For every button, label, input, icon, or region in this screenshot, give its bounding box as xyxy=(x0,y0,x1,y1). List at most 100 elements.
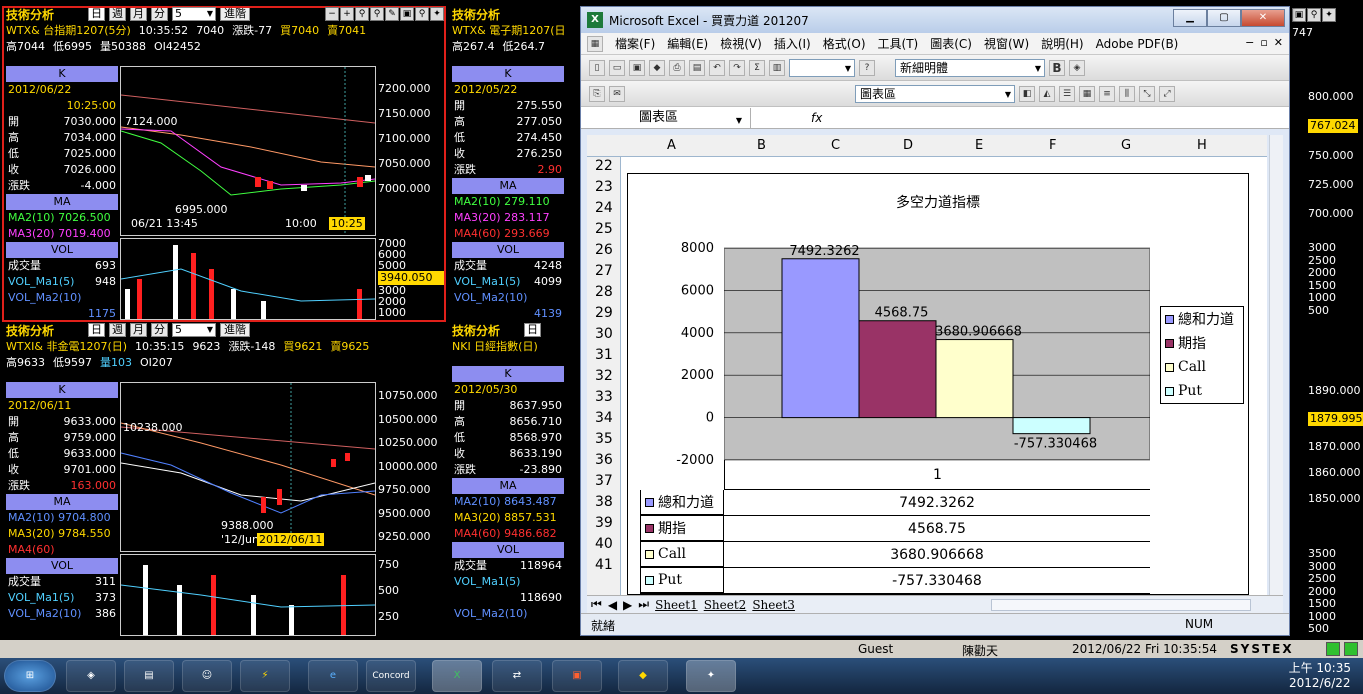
format-chart-area-icon[interactable]: ◧ xyxy=(1019,85,1035,102)
menu-insert[interactable]: 插入(I) xyxy=(774,35,811,52)
vertical-scrollbar[interactable] xyxy=(1269,135,1283,595)
day-button[interactable]: 日 xyxy=(88,7,106,21)
row-header[interactable]: 40 xyxy=(595,536,613,552)
bar[interactable] xyxy=(781,258,860,419)
fill-color-icon[interactable]: ◈ xyxy=(1069,59,1085,76)
day-button[interactable]: 日 xyxy=(524,323,542,337)
month-button[interactable]: 月 xyxy=(130,323,148,337)
chart-type-icon[interactable]: ◭ xyxy=(1039,85,1055,102)
minimize-button[interactable]: ▁ xyxy=(1173,9,1207,27)
menu-view[interactable]: 檢視(V) xyxy=(720,35,762,52)
excel-window[interactable]: X Microsoft Excel - 買賣力道 201207 ▁ ▢ ✕ ▦ … xyxy=(580,6,1290,636)
paste-icon[interactable]: ▤ xyxy=(689,59,705,76)
angle-text-up-icon[interactable]: ⤢ xyxy=(1159,85,1175,102)
help-icon[interactable]: ? xyxy=(859,59,875,76)
system-clock[interactable]: 上午 10:35 2012/6/22 xyxy=(1289,661,1351,691)
column-header[interactable]: G xyxy=(1121,138,1131,153)
draw-icon[interactable]: ✎ xyxy=(385,7,399,21)
period-select[interactable]: 5 xyxy=(172,323,217,337)
column-header[interactable]: E xyxy=(975,138,983,153)
zoom-out-icon[interactable]: − xyxy=(325,7,339,21)
panel-electronics[interactable]: 技術分析 WTX& 電子期1207(日 高267.4 低264.7 K 2012/… xyxy=(448,6,580,322)
period-select[interactable]: 5 xyxy=(172,7,217,21)
magnify-minus-icon[interactable]: ⚲ xyxy=(355,7,369,21)
row-header[interactable]: 22 xyxy=(595,158,613,174)
menu-format[interactable]: 格式(O) xyxy=(823,35,866,52)
row-header[interactable]: 38 xyxy=(595,494,613,510)
taskbar-concord-icon[interactable]: Concord xyxy=(366,660,416,692)
font-combo[interactable]: 新細明體 xyxy=(895,58,1045,77)
bar[interactable] xyxy=(1012,417,1091,435)
bold-button[interactable]: B xyxy=(1049,59,1065,76)
menu-edit[interactable]: 編輯(E) xyxy=(667,35,708,52)
week-button[interactable]: 週 xyxy=(109,323,127,337)
row-header[interactable]: 30 xyxy=(595,326,613,342)
legend-icon[interactable]: ☰ xyxy=(1059,85,1075,102)
settings-icon[interactable]: ✦ xyxy=(1322,8,1336,22)
tab-sheet2[interactable]: Sheet2 xyxy=(704,598,747,612)
taskbar-trading-icon[interactable]: ✦ xyxy=(686,660,736,692)
fx-icon[interactable]: fx xyxy=(811,111,822,125)
tab-sheet1[interactable]: Sheet1 xyxy=(655,598,698,612)
price-chart[interactable]: 10238.000 9388.000 '12/Jun 2012/06/11 xyxy=(120,382,376,552)
zoom-combo[interactable] xyxy=(789,58,855,77)
panel-right-bottom[interactable]: 1890.000 1879.995 1870.000 1860.000 1850… xyxy=(1290,322,1363,638)
menu-chart[interactable]: 圖表(C) xyxy=(930,35,972,52)
taskbar-people-icon[interactable]: ☺ xyxy=(182,660,232,692)
menu-help[interactable]: 說明(H) xyxy=(1041,35,1083,52)
row-header[interactable]: 27 xyxy=(595,263,613,279)
new-icon[interactable]: ▯ xyxy=(589,59,605,76)
excel-titlebar[interactable]: X Microsoft Excel - 買賣力道 201207 ▁ ▢ ✕ xyxy=(581,7,1289,33)
row-header[interactable]: 23 xyxy=(595,179,613,195)
price-chart[interactable]: 7124.000 6995.000 06/21 13:45 10:00 10:2… xyxy=(120,66,376,236)
row-header[interactable]: 32 xyxy=(595,368,613,384)
panel-right-top[interactable]: ▣ ⚲ ✦ 747 800.000 767.024 750.000 725.00… xyxy=(1290,6,1363,322)
search-icon[interactable]: ⚲ xyxy=(415,7,429,21)
volume-chart[interactable] xyxy=(120,554,376,636)
row-header[interactable]: 25 xyxy=(595,221,613,237)
row-header[interactable]: 37 xyxy=(595,473,613,489)
column-header[interactable]: H xyxy=(1197,138,1207,153)
search-icon[interactable]: ⚲ xyxy=(1307,8,1321,22)
minute-button[interactable]: 分 xyxy=(151,7,169,21)
menu-file[interactable]: 檔案(F) xyxy=(615,35,655,52)
panel-nikkei[interactable]: 技術分析 日 NKI 日經指數(日) K 2012/05/30 開 8637.950… xyxy=(448,322,580,638)
close-button[interactable]: ✕ xyxy=(1241,9,1285,27)
angle-text-down-icon[interactable]: ⤡ xyxy=(1139,85,1155,102)
bar[interactable] xyxy=(858,320,937,419)
menu-adobe-pdf[interactable]: Adobe PDF(B) xyxy=(1096,37,1179,51)
pdf-mail-icon[interactable]: ✉ xyxy=(609,85,625,102)
doc-minimize-icon[interactable]: − xyxy=(1245,36,1254,49)
advanced-button[interactable]: 進階 xyxy=(220,323,251,337)
save-icon[interactable]: ▣ xyxy=(1292,8,1306,22)
bar[interactable] xyxy=(935,339,1014,419)
row-header[interactable]: 24 xyxy=(595,200,613,216)
last-sheet-icon[interactable]: ⏭ xyxy=(638,597,649,612)
row-header[interactable]: 31 xyxy=(595,347,613,363)
taskbar-folder-icon[interactable]: ▤ xyxy=(124,660,174,692)
column-header[interactable]: C xyxy=(831,138,840,153)
first-sheet-icon[interactable]: ⏮ xyxy=(591,597,602,612)
taskbar-app-icon[interactable]: ◈ xyxy=(66,660,116,692)
row-header[interactable]: 35 xyxy=(595,431,613,447)
taskbar-yellow-app-icon[interactable]: ◆ xyxy=(618,660,668,692)
column-header[interactable]: D xyxy=(903,138,913,153)
column-header[interactable]: F xyxy=(1049,138,1056,153)
prev-sheet-icon[interactable]: ◀ xyxy=(608,598,617,612)
row-header[interactable]: 26 xyxy=(595,242,613,258)
chart-wizard-icon[interactable]: ▥ xyxy=(769,59,785,76)
row-header[interactable]: 41 xyxy=(595,557,613,573)
doc-close-icon[interactable]: ✕ xyxy=(1274,36,1283,49)
data-table-icon[interactable]: ▦ xyxy=(1079,85,1095,102)
row-header[interactable]: 28 xyxy=(595,284,613,300)
panel-txf-5min[interactable]: 技術分析 日 週 月 分 5 進階 − + ⚲ ⚲ ✎ ▣ ⚲ ✦ WTX& 台… xyxy=(2,6,446,322)
row-header[interactable]: 36 xyxy=(595,452,613,468)
advanced-button[interactable]: 進階 xyxy=(220,7,251,21)
tab-sheet3[interactable]: Sheet3 xyxy=(752,598,795,612)
undo-icon[interactable]: ↶ xyxy=(709,59,725,76)
row-header[interactable]: 29 xyxy=(595,305,613,321)
pdf-convert-icon[interactable]: ⎘ xyxy=(589,85,605,102)
taskbar-ie-icon[interactable]: e xyxy=(308,660,358,692)
open-icon[interactable]: ▭ xyxy=(609,59,625,76)
autosum-icon[interactable]: Σ xyxy=(749,59,765,76)
